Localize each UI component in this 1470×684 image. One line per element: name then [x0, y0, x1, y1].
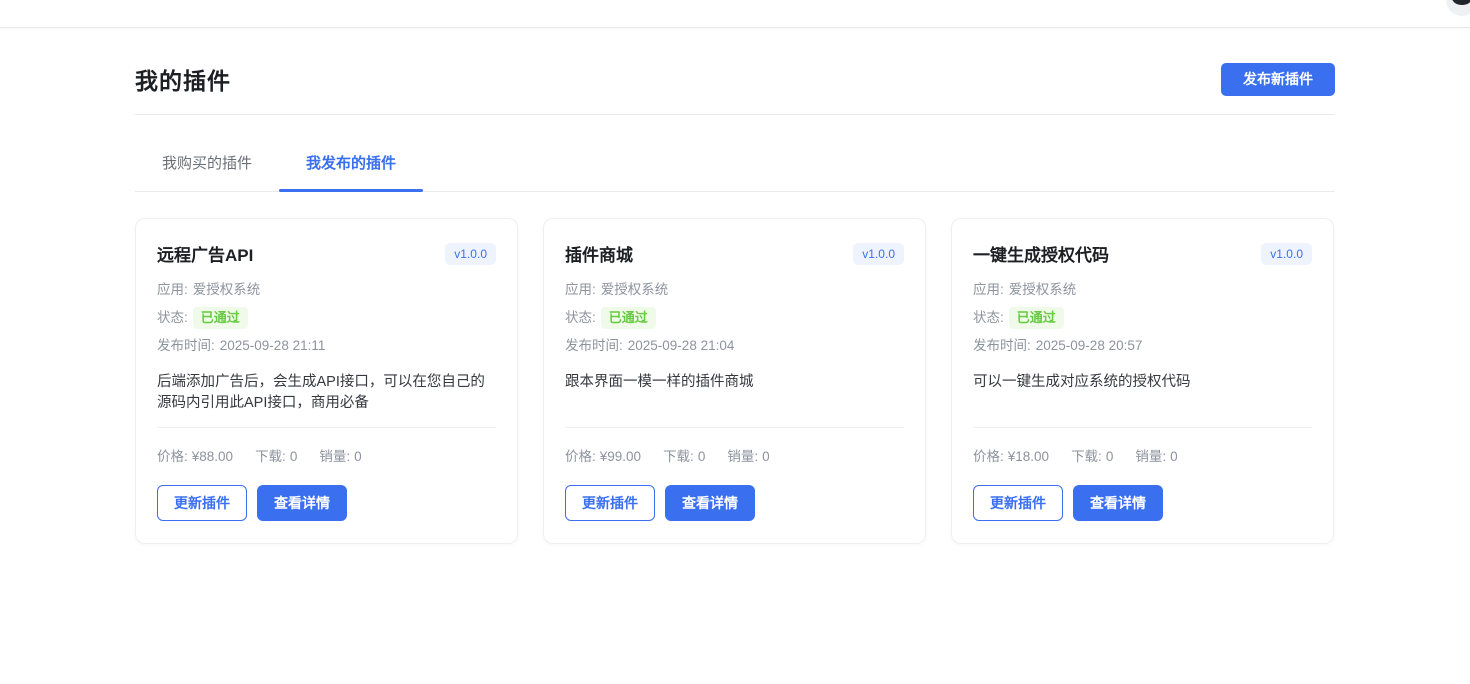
- version-badge: v1.0.0: [445, 243, 496, 265]
- price-stat: 价格:¥99.00: [565, 445, 641, 465]
- plugin-status-line: 状态: 已通过: [157, 307, 496, 329]
- price-value: ¥99.00: [600, 449, 641, 464]
- plugin-status-line: 状态: 已通过: [973, 307, 1312, 329]
- downloads-stat: 下载:0: [1071, 445, 1113, 465]
- price-stat: 价格:¥88.00: [157, 445, 233, 465]
- card-divider: [973, 427, 1312, 428]
- app-value: 爱授权系统: [193, 282, 261, 298]
- sales-value: 0: [354, 449, 362, 464]
- tab-purchased-plugins[interactable]: 我购买的插件: [135, 151, 279, 191]
- status-label: 状态:: [565, 310, 596, 326]
- status-badge: 已通过: [601, 307, 656, 329]
- status-badge: 已通过: [1009, 307, 1064, 329]
- plugin-stats: 价格:¥88.00 下载:0 销量:0: [157, 445, 496, 465]
- plugin-publish-time-line: 发布时间: 2025-09-28 21:04: [565, 338, 904, 354]
- plugin-app-line: 应用: 爱授权系统: [565, 282, 904, 298]
- plugin-app-line: 应用: 爱授权系统: [973, 282, 1312, 298]
- plugin-description: 跟本界面一模一样的插件商城: [565, 372, 904, 415]
- downloads-value: 0: [290, 449, 298, 464]
- status-badge: 已通过: [193, 307, 248, 329]
- app-label: 应用:: [973, 282, 1004, 298]
- publish-time-label: 发布时间:: [157, 338, 215, 354]
- downloads-stat: 下载:0: [663, 445, 705, 465]
- update-plugin-button[interactable]: 更新插件: [157, 485, 247, 521]
- app-value: 爱授权系统: [601, 282, 669, 298]
- publish-time-value: 2025-09-28 20:57: [1036, 338, 1143, 354]
- plugin-stats: 价格:¥18.00 下载:0 销量:0: [973, 445, 1312, 465]
- price-value: ¥18.00: [1008, 449, 1049, 464]
- app-label: 应用:: [157, 282, 188, 298]
- top-navbar: [0, 0, 1470, 28]
- page-header: 我的插件 发布新插件: [135, 62, 1335, 115]
- price-stat: 价格:¥18.00: [973, 445, 1049, 465]
- sales-value: 0: [1170, 449, 1178, 464]
- view-details-button[interactable]: 查看详情: [665, 485, 755, 521]
- status-label: 状态:: [157, 310, 188, 326]
- downloads-value: 0: [1106, 449, 1114, 464]
- view-details-button[interactable]: 查看详情: [1073, 485, 1163, 521]
- app-value: 爱授权系统: [1009, 282, 1077, 298]
- view-details-button[interactable]: 查看详情: [257, 485, 347, 521]
- plugin-card: 插件商城 v1.0.0 应用: 爱授权系统 状态: 已通过 发布时间: 2025…: [543, 218, 926, 544]
- plugin-name: 一键生成授权代码: [973, 241, 1109, 266]
- plugin-stats: 价格:¥99.00 下载:0 销量:0: [565, 445, 904, 465]
- update-plugin-button[interactable]: 更新插件: [565, 485, 655, 521]
- version-badge: v1.0.0: [853, 243, 904, 265]
- plugin-card: 远程广告API v1.0.0 应用: 爱授权系统 状态: 已通过 发布时间: 2…: [135, 218, 518, 544]
- plugin-card-grid: 远程广告API v1.0.0 应用: 爱授权系统 状态: 已通过 发布时间: 2…: [135, 218, 1335, 544]
- version-badge: v1.0.0: [1261, 243, 1312, 265]
- sales-stat: 销量:0: [319, 445, 361, 465]
- downloads-stat: 下载:0: [255, 445, 297, 465]
- update-plugin-button[interactable]: 更新插件: [973, 485, 1063, 521]
- downloads-value: 0: [698, 449, 706, 464]
- plugin-publish-time-line: 发布时间: 2025-09-28 20:57: [973, 338, 1312, 354]
- status-label: 状态:: [973, 310, 1004, 326]
- card-divider: [157, 427, 496, 428]
- publish-time-label: 发布时间:: [973, 338, 1031, 354]
- sales-stat: 销量:0: [1135, 445, 1177, 465]
- publish-time-label: 发布时间:: [565, 338, 623, 354]
- plugin-name: 远程广告API: [157, 241, 253, 266]
- plugin-card: 一键生成授权代码 v1.0.0 应用: 爱授权系统 状态: 已通过 发布时间: …: [951, 218, 1334, 544]
- plugin-publish-time-line: 发布时间: 2025-09-28 21:11: [157, 338, 496, 354]
- tab-bar: 我购买的插件 我发布的插件: [135, 151, 1335, 192]
- plugin-app-line: 应用: 爱授权系统: [157, 282, 496, 298]
- publish-plugin-button[interactable]: 发布新插件: [1221, 63, 1335, 96]
- sales-value: 0: [762, 449, 770, 464]
- sales-stat: 销量:0: [727, 445, 769, 465]
- plugin-name: 插件商城: [565, 241, 633, 266]
- price-value: ¥88.00: [192, 449, 233, 464]
- tab-published-plugins[interactable]: 我发布的插件: [279, 151, 423, 191]
- main-content: 我的插件 发布新插件 我购买的插件 我发布的插件 远程广告API v1.0.0 …: [135, 0, 1335, 544]
- app-label: 应用:: [565, 282, 596, 298]
- page-title: 我的插件: [135, 62, 231, 96]
- plugin-description: 可以一键生成对应系统的授权代码: [973, 372, 1312, 415]
- plugin-description: 后端添加广告后，会生成API接口，可以在您自己的源码内引用此API接口，商用必备: [157, 372, 496, 415]
- publish-time-value: 2025-09-28 21:11: [220, 338, 326, 354]
- publish-time-value: 2025-09-28 21:04: [628, 338, 735, 354]
- plugin-status-line: 状态: 已通过: [565, 307, 904, 329]
- card-divider: [565, 427, 904, 428]
